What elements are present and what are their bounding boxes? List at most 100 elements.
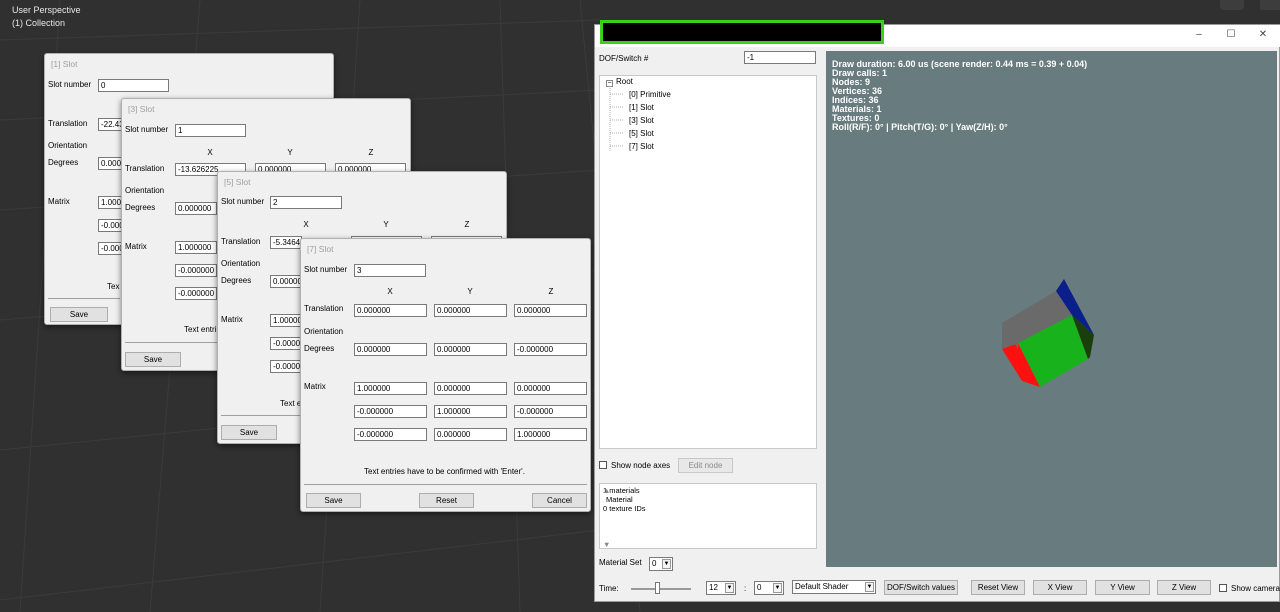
matrix-cell[interactable]: 1.000000 bbox=[434, 405, 507, 418]
save-button[interactable]: Save bbox=[50, 307, 108, 322]
hint-text: Text e bbox=[280, 399, 302, 408]
matrix-cell[interactable]: 1.00000 bbox=[270, 314, 302, 327]
slot-number-field[interactable]: 2 bbox=[270, 196, 342, 209]
slot-number-field[interactable]: 3 bbox=[354, 264, 426, 277]
degrees-label: Degrees bbox=[221, 276, 252, 285]
viewer-window: – ☐ ✕ DOF/Switch # -1 − Root [0] Primiti… bbox=[594, 20, 1280, 602]
slot-number-label: Slot number bbox=[48, 80, 92, 89]
matrix-cell[interactable]: -0.0000 bbox=[270, 337, 302, 350]
degrees-x-field[interactable]: 0.000000 bbox=[354, 343, 427, 356]
dof-switch-field[interactable]: -1 bbox=[744, 51, 816, 64]
stat-line: Roll(R/F): 0° | Pitch(T/G): 0° | Yaw(Z/H… bbox=[832, 122, 1008, 132]
tree-node[interactable]: [1] Slot bbox=[629, 103, 654, 112]
dof-switch-label: DOF/Switch # bbox=[599, 54, 649, 63]
y-column-header: Y bbox=[467, 287, 473, 296]
x-view-button[interactable]: X View bbox=[1033, 580, 1087, 595]
dialog-title: [5] Slot bbox=[224, 177, 251, 187]
shader-value: Default Shader bbox=[795, 582, 849, 591]
degrees-z-field[interactable]: -0.000000 bbox=[514, 343, 587, 356]
z-column-header: Z bbox=[464, 220, 470, 229]
degrees-x-field[interactable]: 0.00000 bbox=[270, 275, 302, 288]
close-icon[interactable]: ✕ bbox=[1256, 29, 1270, 41]
degrees-label: Degrees bbox=[125, 203, 156, 212]
matrix-cell[interactable]: -0.000000 bbox=[175, 264, 217, 277]
matrix-cell[interactable]: 1.000000 bbox=[354, 382, 427, 395]
frame-select[interactable]: 0 ▼ bbox=[754, 581, 784, 595]
reset-view-button[interactable]: Reset View bbox=[971, 580, 1025, 595]
tree-root[interactable]: Root bbox=[616, 77, 633, 86]
orientation-label: Orientation bbox=[48, 141, 88, 150]
show-camera-checkbox[interactable] bbox=[1219, 584, 1227, 592]
cube-model bbox=[1002, 279, 1094, 387]
matrix-label: Matrix bbox=[48, 197, 70, 206]
translation-y-field[interactable]: 0.000000 bbox=[434, 304, 507, 317]
shader-select[interactable]: Default Shader ▼ bbox=[792, 580, 876, 594]
dof-switch-values-button[interactable]: DOF/Switch values bbox=[884, 580, 958, 595]
slot-number-field[interactable]: 1 bbox=[175, 124, 246, 137]
show-camera-label: Show camera bbox=[1231, 584, 1280, 593]
y-column-header: Y bbox=[383, 220, 389, 229]
chevron-down-icon: ▼ bbox=[662, 559, 671, 569]
time-slider-handle[interactable] bbox=[655, 582, 660, 594]
render-viewport[interactable]: Draw duration: 6.00 us (scene render: 0.… bbox=[826, 51, 1277, 567]
tree-node[interactable]: [3] Slot bbox=[629, 116, 654, 125]
maximize-icon[interactable]: ☐ bbox=[1224, 29, 1238, 41]
redacted-window-title bbox=[600, 20, 884, 44]
degrees-x-field[interactable]: 0.000000 bbox=[175, 202, 217, 215]
hint-text: Text entri bbox=[184, 325, 217, 334]
z-column-header: Z bbox=[548, 287, 554, 296]
matrix-cell[interactable]: 0.000000 bbox=[434, 382, 507, 395]
matrix-cell[interactable]: 0.000000 bbox=[514, 382, 587, 395]
dialog-title: [7] Slot bbox=[307, 244, 334, 254]
material-set-select[interactable]: 0 ▼ bbox=[649, 557, 673, 571]
matrix-cell[interactable]: 0.000000 bbox=[434, 428, 507, 441]
x-column-header: X bbox=[303, 220, 309, 229]
degrees-label: Degrees bbox=[304, 344, 335, 353]
save-button[interactable]: Save bbox=[125, 352, 181, 367]
reset-button[interactable]: Reset bbox=[419, 493, 474, 508]
time-select[interactable]: 12 ▼ bbox=[706, 581, 736, 595]
slot-number-label: Slot number bbox=[221, 197, 265, 206]
save-button[interactable]: Save bbox=[221, 425, 277, 440]
cancel-button[interactable]: Cancel bbox=[532, 493, 587, 508]
translation-z-field[interactable]: 0.000000 bbox=[514, 304, 587, 317]
matrix-cell[interactable]: 1.000000 bbox=[175, 241, 217, 254]
y-view-button[interactable]: Y View bbox=[1095, 580, 1150, 595]
translation-x-field[interactable]: 0.000000 bbox=[354, 304, 427, 317]
matrix-cell[interactable]: -0.000000 bbox=[354, 428, 427, 441]
matrix-label: Matrix bbox=[125, 242, 147, 251]
time-slider-track[interactable] bbox=[631, 588, 691, 590]
degrees-label: Degrees bbox=[48, 158, 79, 167]
divider bbox=[125, 342, 217, 343]
degrees-y-field[interactable]: 0.000000 bbox=[434, 343, 507, 356]
save-button[interactable]: Save bbox=[306, 493, 361, 508]
divider bbox=[304, 484, 587, 485]
matrix-cell[interactable]: -0.000000 bbox=[514, 405, 587, 418]
tree-node[interactable]: [5] Slot bbox=[629, 129, 654, 138]
y-column-header: Y bbox=[287, 148, 293, 157]
scroll-down-icon[interactable]: ▼ bbox=[603, 540, 814, 549]
translation-x-field[interactable]: -5.34643 bbox=[270, 236, 302, 249]
translation-label: Translation bbox=[125, 164, 165, 173]
matrix-cell[interactable]: -0.000000 bbox=[175, 287, 217, 300]
scroll-up-icon[interactable]: ▲ bbox=[603, 486, 814, 495]
slot-number-field[interactable]: 0 bbox=[98, 79, 169, 92]
material-set-value: 0 bbox=[652, 559, 657, 568]
minimize-icon[interactable]: – bbox=[1192, 29, 1206, 41]
show-node-axes-checkbox[interactable] bbox=[599, 461, 607, 469]
divider bbox=[221, 415, 301, 416]
matrix-cell[interactable]: 1.000000 bbox=[514, 428, 587, 441]
viewport-collection-label: (1) Collection bbox=[12, 18, 66, 28]
frame-value: 0 bbox=[757, 583, 762, 592]
z-view-button[interactable]: Z View bbox=[1157, 580, 1211, 595]
time-label: Time: bbox=[599, 584, 619, 593]
show-node-axes-label: Show node axes bbox=[611, 461, 671, 470]
title-bar: – ☐ ✕ bbox=[595, 20, 1280, 47]
matrix-label: Matrix bbox=[221, 315, 243, 324]
tree-node[interactable]: [0] Primitive bbox=[629, 90, 671, 99]
node-tree[interactable]: − Root [0] Primitive [1] Slot [3] Slot [… bbox=[599, 75, 817, 449]
matrix-cell[interactable]: -0.0000 bbox=[270, 360, 302, 373]
tree-node[interactable]: [7] Slot bbox=[629, 142, 654, 151]
edit-node-button[interactable]: Edit node bbox=[678, 458, 733, 473]
matrix-cell[interactable]: -0.000000 bbox=[354, 405, 427, 418]
